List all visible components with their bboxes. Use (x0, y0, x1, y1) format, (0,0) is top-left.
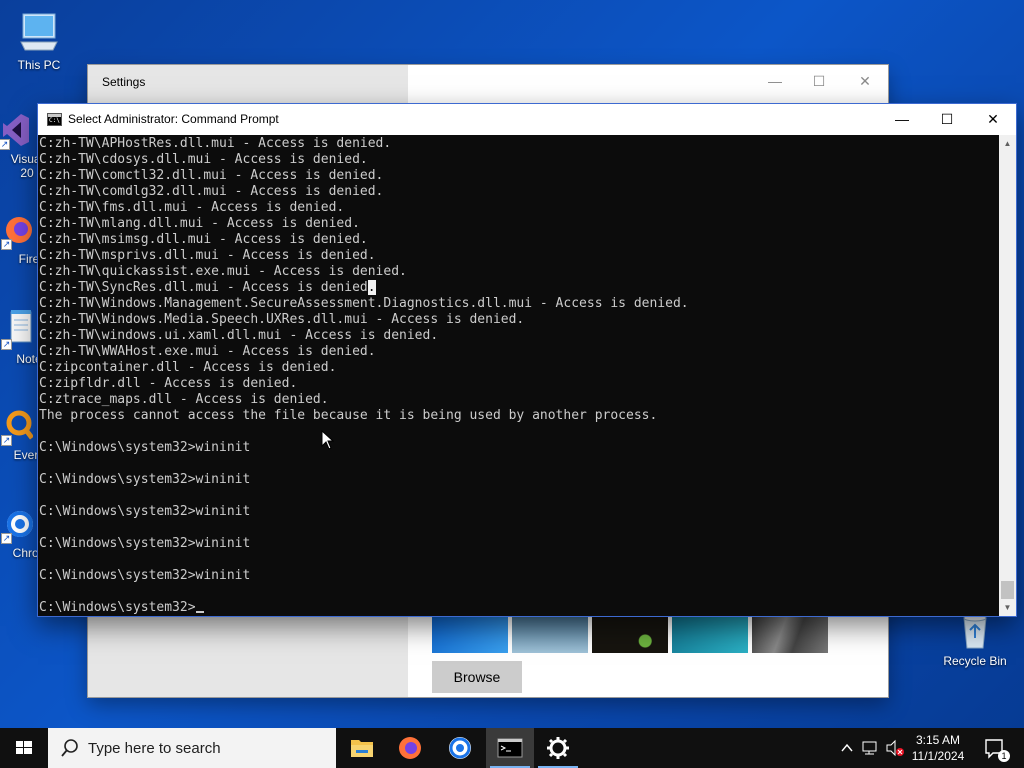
chrome-icon: ↗ (1, 506, 33, 544)
console-line: C:zh-TW\mlang.dll.mui - Access is denied… (39, 216, 360, 231)
cmd-close-button[interactable]: ✕ (970, 104, 1016, 135)
scrollbar-thumb[interactable] (1001, 581, 1014, 599)
selected-text: . (367, 280, 376, 295)
file-explorer-icon (351, 740, 373, 757)
cmd-minimize-button[interactable]: — (879, 104, 925, 135)
clock-date: 11/1/2024 (911, 749, 965, 763)
console-line: C:zh-TW\comdlg32.dll.mui - Access is den… (39, 184, 384, 199)
console-line: C:\Windows\system32>wininit (39, 440, 251, 455)
shortcut-arrow-icon: ↗ (1, 239, 12, 250)
console-line: C:zh-TW\msprivs.dll.mui - Access is deni… (39, 248, 376, 263)
windows-logo-icon (16, 741, 32, 754)
clock-time: 3:15 AM (915, 733, 961, 747)
console-line: C:zh-TW\windows.ui.xaml.dll.mui - Access… (39, 328, 439, 343)
scroll-up-arrow-icon[interactable]: ▲ (999, 135, 1016, 152)
console-line: C:zh-TW\cdosys.dll.mui - Access is denie… (39, 152, 368, 167)
background-picture-thumbnails (432, 613, 828, 653)
taskbar-clock[interactable]: 3:15 AM 11/1/2024 (898, 732, 978, 764)
console-line: C:zipfldr.dll - Access is denied. (39, 376, 298, 391)
start-button[interactable] (0, 728, 48, 768)
scroll-down-arrow-icon[interactable]: ▼ (999, 599, 1016, 616)
console-output[interactable]: C:zh-TW\APHostRes.dll.mui - Access is de… (39, 135, 999, 615)
search-placeholder: Type here to search (88, 740, 221, 757)
taskbar-firefox[interactable] (386, 728, 434, 768)
desktop-icon-label: This PC (17, 58, 61, 72)
firefox-icon: ↗ (1, 212, 33, 250)
cmd-title-bar[interactable]: Select Administrator: Command Prompt — ☐… (38, 104, 1016, 135)
shortcut-arrow-icon: ↗ (1, 339, 12, 350)
taskbar: Type here to search 3:15 AM 11/1/2024 1 (0, 728, 1024, 768)
console-line: C:\Windows\system32> (39, 600, 999, 615)
desktop-icon-recycle-bin[interactable]: Recycle Bin (937, 610, 1013, 668)
shortcut-arrow-icon: ↗ (1, 533, 12, 544)
console-line: C:ztrace_maps.dll - Access is denied. (39, 392, 329, 407)
firefox-icon (399, 737, 421, 759)
console-line: The process cannot access the file becau… (39, 408, 658, 423)
console-line: C:zh-TW\SyncRes.dll.mui - Access is deni… (39, 280, 376, 295)
shortcut-arrow-icon: ↗ (1, 435, 12, 446)
console-line: C:\Windows\system32>wininit (39, 536, 251, 551)
console-line: C:\Windows\system32>wininit (39, 568, 251, 583)
settings-icon (547, 737, 569, 759)
taskbar-command-prompt[interactable] (486, 728, 534, 768)
console-line: C:zh-TW\fms.dll.mui - Access is denied. (39, 200, 345, 215)
desktop-icon-label: Recycle Bin (943, 654, 1007, 668)
mouse-pointer-icon (321, 430, 335, 450)
browse-button[interactable]: Browse (432, 661, 522, 693)
notepad-icon: ↗ (1, 308, 33, 350)
chevron-up-icon (841, 743, 853, 752)
settings-maximize-button[interactable]: ☐ (796, 69, 842, 93)
console-line: C:zh-TW\comctl32.dll.mui - Access is den… (39, 168, 384, 183)
background-thumbnail[interactable] (752, 613, 828, 653)
background-thumbnail[interactable] (672, 613, 748, 653)
console-line: C:\Windows\system32>wininit (39, 504, 251, 519)
command-prompt-window[interactable]: Select Administrator: Command Prompt — ☐… (38, 104, 1016, 616)
cmd-title: Select Administrator: Command Prompt (68, 112, 279, 126)
notification-icon (985, 739, 1003, 759)
search-icon (61, 739, 78, 757)
console-line: C:zh-TW\Windows.Management.SecureAssessm… (39, 296, 689, 311)
console-line: C:zh-TW\msimsg.dll.mui - Access is denie… (39, 232, 368, 247)
cmd-maximize-button[interactable]: ☐ (924, 104, 970, 135)
command-prompt-icon (47, 113, 62, 126)
background-thumbnail[interactable] (432, 613, 508, 653)
console-line: C:zipcontainer.dll - Access is denied. (39, 360, 337, 375)
console-line: C:zh-TW\WWAHost.exe.mui - Access is deni… (39, 344, 376, 359)
console-line: C:\Windows\system32>wininit (39, 472, 251, 487)
shortcut-arrow-icon: ↗ (0, 139, 10, 150)
console-scrollbar[interactable]: ▲ ▼ (999, 135, 1016, 616)
recycle-bin-icon (955, 610, 995, 650)
taskbar-chrome[interactable] (436, 728, 484, 768)
background-thumbnail[interactable] (512, 613, 588, 653)
everything-icon: ↗ (1, 408, 34, 446)
settings-minimize-button[interactable]: — (752, 69, 798, 93)
chrome-icon (449, 737, 471, 759)
console-line: C:zh-TW\Windows.Media.Speech.UXRes.dll.m… (39, 312, 525, 327)
taskbar-settings[interactable] (534, 728, 582, 768)
settings-title: Settings (102, 75, 146, 89)
console-line: C:zh-TW\APHostRes.dll.mui - Access is de… (39, 136, 392, 151)
computer-icon (17, 10, 61, 54)
text-cursor (195, 611, 204, 613)
network-icon (862, 741, 877, 755)
settings-close-button[interactable]: ✕ (842, 69, 888, 93)
tray-overflow-chevron[interactable] (838, 728, 856, 768)
taskbar-search-box[interactable]: Type here to search (48, 728, 336, 768)
notification-count-badge: 1 (998, 750, 1010, 762)
console-line: C:zh-TW\quickassist.exe.mui - Access is … (39, 264, 407, 279)
taskbar-file-explorer[interactable] (338, 728, 386, 768)
background-thumbnail[interactable] (592, 613, 668, 653)
visual-studio-icon: ↗ (0, 112, 31, 150)
tray-network[interactable] (860, 728, 882, 768)
desktop-icon-this-pc[interactable]: This PC (1, 10, 77, 72)
action-center-button[interactable]: 1 (980, 728, 1010, 768)
command-prompt-icon (497, 738, 523, 758)
